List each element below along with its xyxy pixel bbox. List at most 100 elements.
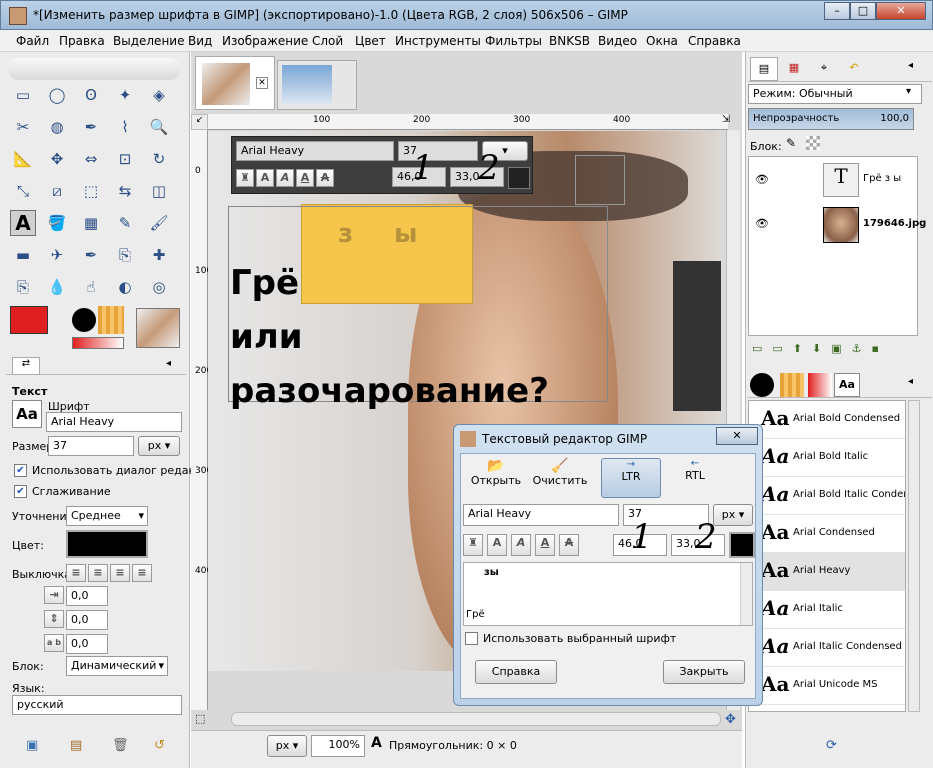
letter-spacing-input[interactable]: 0,0 — [66, 634, 108, 654]
close-button[interactable]: Закрыть — [663, 660, 745, 684]
menu-tools[interactable]: Инструменты — [395, 34, 481, 48]
inline-font-input[interactable]: Arial Heavy — [236, 141, 394, 161]
shear-tool-icon[interactable]: ⧄ — [44, 178, 70, 204]
inline-underline-button[interactable]: A — [296, 169, 314, 187]
gradient-preview[interactable] — [72, 337, 124, 349]
eraser-tool-icon[interactable]: ▬ — [10, 242, 36, 268]
vertical-ruler[interactable]: 0 100 200 300 400 — [191, 130, 212, 710]
inline-font-icon[interactable]: ♜ — [236, 169, 254, 187]
font-list-item[interactable]: Aa Arial Condensed — [749, 515, 905, 553]
scissors-tool-icon[interactable]: ✂ — [10, 114, 36, 140]
cage-tool-icon[interactable]: ◫ — [146, 178, 172, 204]
undo-tab-icon[interactable]: ↶ — [840, 57, 868, 81]
save-options-icon[interactable]: ▣ — [26, 738, 38, 753]
text-area-scrollbar[interactable] — [740, 563, 752, 625]
menu-video[interactable]: Видео — [598, 34, 637, 48]
perspective-clone-tool-icon[interactable]: ⎘ — [10, 274, 36, 300]
ellipse-select-tool-icon[interactable]: ◯ — [44, 82, 70, 108]
box-mode-select[interactable]: Динамический ▾ — [66, 656, 168, 676]
quick-mask-corner[interactable]: ↙ — [191, 114, 208, 130]
font-list-item[interactable]: Aa Arial Italic Condensed — [749, 629, 905, 667]
patterns-tab-icon[interactable] — [780, 373, 804, 397]
text-handle-box[interactable] — [575, 155, 625, 205]
measure-tool-icon[interactable]: 📐 — [10, 146, 36, 172]
tool-options-icon[interactable]: ⇄ — [12, 357, 40, 375]
menu-file[interactable]: Файл — [16, 34, 49, 48]
move-tool-icon[interactable]: ✥ — [44, 146, 70, 172]
smudge-tool-icon[interactable]: ☝ — [78, 274, 104, 300]
menu-layer[interactable]: Слой — [312, 34, 343, 48]
layer-action-buttons[interactable]: ▭▭⬆⬇▣⚓▪ — [752, 342, 922, 356]
tab-menu-arrow-icon[interactable]: ◂ — [166, 358, 171, 369]
font-list-item[interactable]: Aa Arial Italic — [749, 591, 905, 629]
blur-tool-icon[interactable]: 💧 — [44, 274, 70, 300]
dialog-text-area[interactable]: зы Грё — [463, 562, 753, 626]
foreground-select-tool-icon[interactable]: ◍ — [44, 114, 70, 140]
convolve-tool-icon[interactable]: ◎ — [146, 274, 172, 300]
free-select-tool-icon[interactable]: ʘ — [78, 82, 104, 108]
zoom-tool-icon[interactable]: 🔍 — [146, 114, 172, 140]
justify-right-button[interactable]: ≡ — [88, 564, 108, 582]
ltr-button[interactable]: → LTR — [601, 458, 661, 498]
window-titlebar[interactable]: *[Изменить размер шрифта в GIMP] (экспор… — [0, 0, 933, 30]
lock-pixels-icon[interactable]: ✎ — [786, 136, 796, 150]
open-button[interactable]: 📂 Открыть — [465, 458, 527, 498]
navigate-icon[interactable]: ⇲ — [718, 114, 734, 130]
align-tool-icon[interactable]: ⇔ — [78, 146, 104, 172]
tab-menu-arrow-icon[interactable]: ◂ — [908, 376, 913, 387]
dodge-burn-tool-icon[interactable]: ◐ — [112, 274, 138, 300]
delete-options-icon[interactable]: 🗑 — [112, 738, 129, 753]
rect-select-tool-icon[interactable]: ▭ — [10, 82, 36, 108]
active-image-thumbnail[interactable] — [136, 308, 180, 348]
dialog-italic-button[interactable]: A — [511, 534, 531, 556]
layer-mode-select[interactable]: Режим: Обычный — [748, 84, 922, 104]
inline-bold-button[interactable]: A — [256, 169, 274, 187]
fuzzy-select-tool-icon[interactable]: ✦ — [112, 82, 138, 108]
justify-fill-button[interactable]: ≡ — [132, 564, 152, 582]
brushes-tab-icon[interactable] — [750, 373, 774, 397]
pencil-tool-icon[interactable]: ✎ — [112, 210, 138, 236]
menu-color[interactable]: Цвет — [355, 34, 386, 48]
tool-options-tab[interactable]: ⇄ ◂ — [6, 355, 186, 375]
eye-icon[interactable]: 👁 — [755, 217, 769, 230]
perspective-tool-icon[interactable]: ⬚ — [78, 178, 104, 204]
horizontal-scrollbar[interactable] — [231, 712, 721, 726]
use-editor-checkbox[interactable]: ✔ — [14, 464, 27, 477]
inline-strike-button[interactable]: A — [316, 169, 334, 187]
dialog-strike-button[interactable]: A — [559, 534, 579, 556]
flip-tool-icon[interactable]: ⇆ — [112, 178, 138, 204]
rotate-tool-icon[interactable]: ↻ — [146, 146, 172, 172]
crop-tool-icon[interactable]: ⊡ — [112, 146, 138, 172]
dialog-bold-button[interactable]: A — [487, 534, 507, 556]
zoom-select[interactable]: 100% — [311, 735, 365, 757]
font-preview-icon[interactable]: Aa — [12, 400, 42, 428]
hinting-select[interactable]: Среднее ▾ — [66, 506, 148, 526]
fonts-tab-icon[interactable]: Aa — [834, 373, 860, 397]
inline-color-button[interactable] — [508, 167, 530, 189]
clear-button[interactable]: 🧹 Очистить — [529, 458, 591, 498]
layer-row[interactable]: 👁 179646.jpg — [749, 205, 926, 245]
paths-tab-icon[interactable]: ⌖ — [810, 57, 838, 81]
paintbrush-tool-icon[interactable]: 🖌 — [146, 210, 172, 236]
ink-tool-icon[interactable]: ✒ — [78, 242, 104, 268]
menu-image[interactable]: Изображение — [222, 34, 308, 48]
maximize-button[interactable]: □ — [850, 2, 876, 20]
image-tab-active[interactable]: ✕ — [195, 56, 275, 110]
font-list-item[interactable]: AaArial Bold Italic Condense — [749, 477, 905, 515]
horizontal-ruler[interactable]: 100 200 300 400 — [208, 114, 728, 130]
color-picker-tool-icon[interactable]: ⌇ — [112, 114, 138, 140]
dialog-underline-button[interactable]: A — [535, 534, 555, 556]
close-tab-icon[interactable]: ✕ — [256, 77, 268, 89]
use-selected-font-checkbox[interactable] — [465, 632, 478, 645]
text-tool-icon[interactable]: A — [10, 210, 36, 236]
menu-help[interactable]: Справка — [688, 34, 741, 48]
channels-tab-icon[interactable]: ▦ — [780, 57, 808, 81]
tab-menu-arrow-icon[interactable]: ◂ — [908, 60, 913, 71]
line-spacing-input[interactable]: 0,0 — [66, 610, 108, 630]
unit-select[interactable]: px ▾ — [267, 735, 307, 757]
text-color-button[interactable] — [66, 530, 148, 558]
eye-icon[interactable]: 👁 — [755, 173, 769, 186]
dialog-font-icon[interactable]: ♜ — [463, 534, 483, 556]
wilber-drop-area[interactable] — [8, 58, 180, 80]
close-window-button[interactable]: ✕ — [876, 2, 926, 20]
